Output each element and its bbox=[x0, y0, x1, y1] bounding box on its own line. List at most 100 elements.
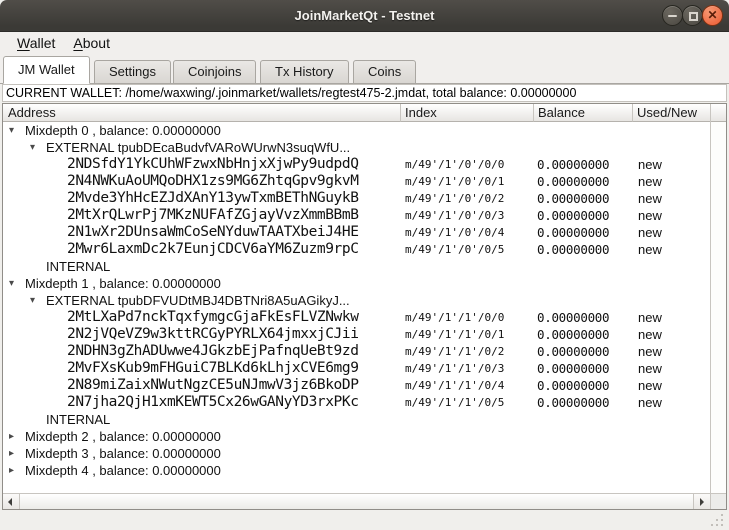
tree-row[interactable]: 2N89miZaixNWutNgzCE5uNJmwV3jz6BkoDP m/49… bbox=[3, 377, 710, 394]
index-cell: m/49'/1'/1'/0/3 bbox=[401, 360, 534, 377]
branch-arrow-icon[interactable]: ▸ bbox=[9, 445, 25, 462]
tree-row[interactable]: 2N2jVQeVZ9w3kttRCGyPYRLX64jmxxjCJii m/49… bbox=[3, 326, 710, 343]
tree-row[interactable]: 2Mwr6LaxmDc2k7EunjCDCV6aYM6Zuzm9rpC m/49… bbox=[3, 241, 710, 258]
tree-row[interactable]: 2N1wXr2DUnsaWmCoSeNYduwTAATXbeiJ4HE m/49… bbox=[3, 224, 710, 241]
index-cell: m/49'/1'/1'/0/5 bbox=[401, 394, 534, 411]
tree-row[interactable]: INTERNAL bbox=[3, 258, 710, 275]
tree-row[interactable]: 2MtLXaPd7nckTqxfymgcGjaFkEsFLVZNwkw m/49… bbox=[3, 309, 710, 326]
address-cell: ▸ Mixdepth 3 , balance: 0.00000000 bbox=[3, 445, 401, 462]
index-cell: m/49'/1'/0'/0/2 bbox=[401, 190, 534, 207]
tree-row[interactable]: ▾ EXTERNAL tpubDEcaBudvfVARoWUrwN3suqWfU… bbox=[3, 139, 710, 156]
address-label: 2MtLXaPd7nckTqxfymgcGjaFkEsFLVZNwkw bbox=[67, 309, 359, 326]
close-button[interactable]: ✕ bbox=[702, 5, 723, 26]
tree-row[interactable]: ▾ Mixdepth 0 , balance: 0.00000000 bbox=[3, 122, 710, 139]
tree-row[interactable]: 2MvFXsKub9mFHGuiC7BLKd6kLhjxCVE6mg9 m/49… bbox=[3, 360, 710, 377]
tree-row[interactable]: 2NDHN3gZhADUwwe4JGkzbEjPafnqUeBt9zd m/49… bbox=[3, 343, 710, 360]
tab-jm-wallet[interactable]: JM Wallet bbox=[3, 56, 90, 84]
resize-grip[interactable] bbox=[709, 512, 723, 526]
tab-coinjoins[interactable]: Coinjoins bbox=[173, 60, 256, 84]
address-label: 2NDSfdY1YkCUhWFzwxNbHnjxXjwPy9udpdQ bbox=[67, 156, 359, 173]
column-header-index[interactable]: Index bbox=[401, 104, 534, 122]
horizontal-scrollbar-thumb[interactable] bbox=[20, 494, 693, 509]
tree-row[interactable]: ▸ Mixdepth 2 , balance: 0.00000000 bbox=[3, 428, 710, 445]
status-cell: new bbox=[633, 326, 710, 343]
window-controls: ✕ bbox=[663, 5, 723, 26]
branch-arrow-icon[interactable]: ▸ bbox=[9, 428, 25, 445]
vertical-scrollbar[interactable] bbox=[710, 104, 726, 493]
status-cell bbox=[633, 411, 710, 428]
column-header-address[interactable]: Address bbox=[3, 104, 401, 122]
index-cell bbox=[401, 292, 534, 309]
scroll-left-button[interactable] bbox=[3, 494, 20, 509]
branch-arrow-icon[interactable]: ▾ bbox=[30, 139, 46, 156]
address-label: 2N4NWKuAoUMQoDHX1zs9MG6ZhtqGpv9gkvM bbox=[67, 173, 359, 190]
horizontal-scrollbar[interactable] bbox=[3, 493, 710, 509]
balance-cell: 0.00000000 bbox=[534, 377, 633, 394]
branch-arrow-icon[interactable]: ▾ bbox=[9, 122, 25, 139]
address-cell: 2NDSfdY1YkCUhWFzwxNbHnjxXjwPy9udpdQ bbox=[3, 156, 401, 173]
column-header-used-new[interactable]: Used/New bbox=[633, 104, 710, 122]
menu-wallet-label: allet bbox=[30, 35, 56, 51]
tree-row[interactable]: 2N4NWKuAoUMQoDHX1zs9MG6ZhtqGpv9gkvM m/49… bbox=[3, 173, 710, 190]
balance-cell: 0.00000000 bbox=[534, 241, 633, 258]
titlebar[interactable]: JoinMarketQt - Testnet ✕ bbox=[0, 0, 729, 32]
address-cell: 2N89miZaixNWutNgzCE5uNJmwV3jz6BkoDP bbox=[3, 377, 401, 394]
address-cell: 2N7jha2QjH1xmKEWT5Cx26wGANyYD3rxPKc bbox=[3, 394, 401, 411]
balance-cell: 0.00000000 bbox=[534, 326, 633, 343]
tab-settings[interactable]: Settings bbox=[94, 60, 171, 84]
status-cell: new bbox=[633, 343, 710, 360]
address-cell: 2Mvde3YhHcEZJdXAnY13ywTxmBEThNGuykB bbox=[3, 190, 401, 207]
tree-row[interactable]: 2N7jha2QjH1xmKEWT5Cx26wGANyYD3rxPKc m/49… bbox=[3, 394, 710, 411]
balance-cell bbox=[534, 139, 633, 156]
scroll-right-button[interactable] bbox=[693, 494, 710, 509]
balance-cell bbox=[534, 445, 633, 462]
address-label: Mixdepth 4 , balance: 0.00000000 bbox=[25, 462, 221, 479]
status-cell bbox=[633, 445, 710, 462]
tree-row[interactable]: ▾ EXTERNAL tpubDFVUDtMBJ4DBTNri8A5uAGiky… bbox=[3, 292, 710, 309]
balance-cell: 0.00000000 bbox=[534, 156, 633, 173]
column-header-balance[interactable]: Balance bbox=[534, 104, 633, 122]
status-cell bbox=[633, 258, 710, 275]
tab-tx-history[interactable]: Tx History bbox=[260, 60, 349, 84]
address-label: Mixdepth 1 , balance: 0.00000000 bbox=[25, 275, 221, 292]
tree-row[interactable]: ▸ Mixdepth 4 , balance: 0.00000000 bbox=[3, 462, 710, 479]
branch-arrow-icon[interactable]: ▾ bbox=[30, 292, 46, 309]
address-label: 2NDHN3gZhADUwwe4JGkzbEjPafnqUeBt9zd bbox=[67, 343, 359, 360]
tree-row[interactable]: ▾ Mixdepth 1 , balance: 0.00000000 bbox=[3, 275, 710, 292]
tree-row[interactable]: 2NDSfdY1YkCUhWFzwxNbHnjxXjwPy9udpdQ m/49… bbox=[3, 156, 710, 173]
index-cell: m/49'/1'/0'/0/1 bbox=[401, 173, 534, 190]
address-label: EXTERNAL tpubDFVUDtMBJ4DBTNri8A5uAGikyJ.… bbox=[46, 292, 350, 309]
address-label: 2Mvde3YhHcEZJdXAnY13ywTxmBEThNGuykB bbox=[67, 190, 359, 207]
wallet-tree: Address Index Balance Used/New ▾ Mixdept… bbox=[2, 103, 727, 510]
status-cell: new bbox=[633, 241, 710, 258]
tree-row[interactable]: 2Mvde3YhHcEZJdXAnY13ywTxmBEThNGuykB m/49… bbox=[3, 190, 710, 207]
tree-row[interactable]: 2MtXrQLwrPj7MKzNUFAfZGjayVvzXmmBBmB m/49… bbox=[3, 207, 710, 224]
address-label: 2N1wXr2DUnsaWmCoSeNYduwTAATXbeiJ4HE bbox=[67, 224, 359, 241]
window-title: JoinMarketQt - Testnet bbox=[0, 0, 729, 32]
grip-dot bbox=[721, 519, 723, 521]
status-cell bbox=[633, 139, 710, 156]
tab-coins[interactable]: Coins bbox=[353, 60, 416, 84]
balance-cell bbox=[534, 428, 633, 445]
minimize-button[interactable] bbox=[662, 5, 683, 26]
branch-arrow-icon[interactable]: ▾ bbox=[9, 275, 25, 292]
maximize-button[interactable] bbox=[682, 5, 703, 26]
address-label: 2N7jha2QjH1xmKEWT5Cx26wGANyYD3rxPKc bbox=[67, 394, 359, 411]
scrollbar-header-cap bbox=[711, 104, 726, 122]
address-cell: ▾ Mixdepth 0 , balance: 0.00000000 bbox=[3, 122, 401, 139]
scroll-left-icon bbox=[8, 498, 12, 506]
status-cell: new bbox=[633, 173, 710, 190]
menu-about-label: bout bbox=[83, 35, 110, 51]
index-cell: m/49'/1'/0'/0/4 bbox=[401, 224, 534, 241]
branch-arrow-icon[interactable]: ▸ bbox=[9, 462, 25, 479]
status-cell: new bbox=[633, 377, 710, 394]
address-label: INTERNAL bbox=[46, 411, 110, 428]
grip-dot bbox=[711, 524, 713, 526]
tree-row[interactable]: INTERNAL bbox=[3, 411, 710, 428]
tree-row[interactable]: ▸ Mixdepth 3 , balance: 0.00000000 bbox=[3, 445, 710, 462]
menu-wallet[interactable]: Wallet bbox=[8, 32, 64, 55]
joinmarket-window: { "titlebar": { "title": "JoinMarketQt -… bbox=[0, 0, 729, 530]
menu-about[interactable]: About bbox=[64, 32, 119, 55]
index-cell bbox=[401, 428, 534, 445]
index-cell: m/49'/1'/1'/0/1 bbox=[401, 326, 534, 343]
